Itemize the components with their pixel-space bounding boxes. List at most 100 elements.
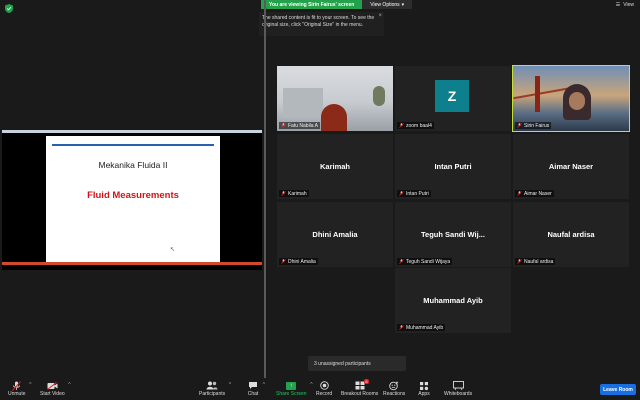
participants-button[interactable]: Participants ^ xyxy=(199,380,231,397)
whiteboards-label: Whiteboards xyxy=(444,391,473,397)
record-button[interactable]: Record xyxy=(316,380,332,397)
caret-up-icon[interactable]: ^ xyxy=(29,382,31,388)
participant-name: Sirin Fairus xyxy=(524,122,550,129)
participant-name-label: zoom baal4 xyxy=(397,122,434,129)
participant-name-label: Fatu Nabila A xyxy=(279,122,321,129)
participant-name: Fatu Nabila A xyxy=(288,122,319,129)
participant-tile[interactable]: Zzoom baal4 xyxy=(395,66,511,131)
participant-name: zoom baal4 xyxy=(406,122,432,129)
participant-name: Muhammad Ayib xyxy=(406,324,444,331)
whiteboards-button[interactable]: Whiteboards xyxy=(444,380,472,397)
microphone-muted-icon xyxy=(517,123,522,128)
breakout-count-badge: 6 xyxy=(364,379,369,384)
microphone-muted-icon xyxy=(281,191,286,196)
participant-tile[interactable]: Aimar Naser Aimar Naser xyxy=(513,134,629,199)
meeting-toolbar: Unmute ^ Start Video ^ Participants ^ Ch… xyxy=(0,378,640,400)
breakout-rooms-label: Breakout Rooms xyxy=(341,391,379,397)
participant-tile[interactable]: Muhammad Ayib Muhammad Ayib xyxy=(395,268,511,333)
participant-tile[interactable]: Intan Putri Intan Putri xyxy=(395,134,511,199)
encryption-shield-icon[interactable] xyxy=(5,4,13,13)
participant-tile[interactable]: Teguh Sandi Wij... Teguh Sandi Wijaya xyxy=(395,202,511,267)
apps-label: Apps xyxy=(418,391,430,397)
share-screen-button[interactable]: ↑ Share Screen ^ xyxy=(276,380,313,397)
participant-name-label: Karimah xyxy=(279,190,309,197)
microphone-muted-icon xyxy=(399,123,404,128)
participant-name: Karimah xyxy=(288,190,307,197)
participant-name-label: Aimar Naser xyxy=(515,190,554,197)
presentation-slide: Mekanika Fluida II Fluid Measurements ↖ xyxy=(46,136,220,263)
participant-name-label: Intan Putri xyxy=(397,190,431,197)
microphone-muted-icon xyxy=(399,191,404,196)
participants-label: Participants xyxy=(199,391,226,397)
view-options-button[interactable]: View Options ▾ xyxy=(362,0,413,9)
record-icon xyxy=(318,380,330,391)
caret-up-icon[interactable]: ^ xyxy=(229,382,231,388)
participant-name-label: Teguh Sandi Wijaya xyxy=(397,258,453,265)
record-label: Record xyxy=(316,391,333,397)
shared-screen[interactable]: Mekanika Fluida II Fluid Measurements ↖ xyxy=(2,130,262,270)
chevron-down-icon: ▾ xyxy=(401,1,405,8)
breakout-rooms-button[interactable]: 6 Breakout Rooms xyxy=(341,379,379,397)
microphone-muted-icon xyxy=(281,259,286,264)
reactions-icon xyxy=(388,380,400,391)
reactions-button[interactable]: Reactions xyxy=(383,380,405,397)
participant-name-label: Dhini Amalia xyxy=(279,258,318,265)
unmute-label: Unmute xyxy=(8,391,26,397)
share-screen-label: Share Screen xyxy=(276,391,307,397)
slide-subtitle: Fluid Measurements xyxy=(87,190,179,201)
video-off-icon xyxy=(46,380,58,391)
participant-tile[interactable]: Naufal ardisa Naufal ardisa xyxy=(513,202,629,267)
chat-bubble-icon xyxy=(247,380,259,391)
participant-avatar: Z xyxy=(435,80,469,112)
tooltip-text: The shared content is fit to your screen… xyxy=(262,15,375,28)
grid-icon: ☰ xyxy=(615,2,621,8)
split-view-divider[interactable] xyxy=(264,0,266,378)
chat-label: Chat xyxy=(247,391,259,397)
caret-up-icon[interactable]: ^ xyxy=(310,382,312,388)
shared-window-titlebar xyxy=(2,130,262,133)
participant-tile[interactable]: Karimah Karimah xyxy=(277,134,393,199)
shared-window-statusbar xyxy=(2,262,262,265)
close-icon[interactable]: × xyxy=(378,13,382,20)
start-video-label: Start Video xyxy=(40,391,65,397)
slide-title: Mekanika Fluida II xyxy=(98,160,168,170)
participant-tile[interactable]: Dhini Amalia Dhini Amalia xyxy=(277,202,393,267)
caret-up-icon[interactable]: ^ xyxy=(263,382,265,388)
view-options-label: View Options xyxy=(370,1,400,8)
view-label: View xyxy=(623,2,634,8)
participant-name-label: Sirin Fairus xyxy=(515,122,552,129)
participant-name: Teguh Sandi Wijaya xyxy=(406,258,451,265)
microphone-muted-icon xyxy=(517,191,522,196)
participant-tile[interactable]: Fatu Nabila A xyxy=(277,66,393,131)
participant-name: Dhini Amalia xyxy=(288,258,316,265)
breakout-rooms-icon: 6 xyxy=(354,379,369,391)
participant-tile[interactable]: Sirin Fairus xyxy=(512,65,630,132)
share-status: You are viewing Sirin Fairus' screen xyxy=(261,0,363,9)
share-screen-icon: ↑ xyxy=(285,380,297,391)
apps-button[interactable]: Apps xyxy=(418,380,430,397)
participant-name-label: Naufal ardisa xyxy=(515,258,556,265)
chat-button[interactable]: Chat ^ xyxy=(247,380,265,397)
leave-room-label: Leave Room xyxy=(603,386,633,393)
microphone-muted-icon xyxy=(11,380,23,391)
zoom-meeting-window: You are viewing Sirin Fairus' screen Vie… xyxy=(0,0,640,400)
whiteboard-icon xyxy=(452,380,464,391)
participants-icon xyxy=(206,380,218,391)
view-button[interactable]: ☰ View xyxy=(616,2,634,8)
screen-share-banner: You are viewing Sirin Fairus' screen Vie… xyxy=(261,0,413,9)
unmute-button[interactable]: Unmute ^ xyxy=(8,380,32,397)
caret-up-icon[interactable]: ^ xyxy=(68,382,70,388)
participant-name: Naufal ardisa xyxy=(524,258,554,265)
start-video-button[interactable]: Start Video ^ xyxy=(40,380,71,397)
mouse-cursor-icon: ↖ xyxy=(170,247,176,253)
apps-icon xyxy=(418,380,430,391)
microphone-muted-icon xyxy=(399,259,404,264)
leave-room-button[interactable]: Leave Room xyxy=(600,384,636,395)
fit-screen-tooltip: The shared content is fit to your screen… xyxy=(259,12,384,36)
reactions-label: Reactions xyxy=(383,391,406,397)
unassigned-text: 3 unassigned participants xyxy=(314,360,371,367)
participant-name: Intan Putri xyxy=(406,190,429,197)
unassigned-participants-bar[interactable]: 3 unassigned participants xyxy=(308,356,406,371)
microphone-muted-icon xyxy=(517,259,522,264)
slide-header-rule xyxy=(52,144,214,146)
